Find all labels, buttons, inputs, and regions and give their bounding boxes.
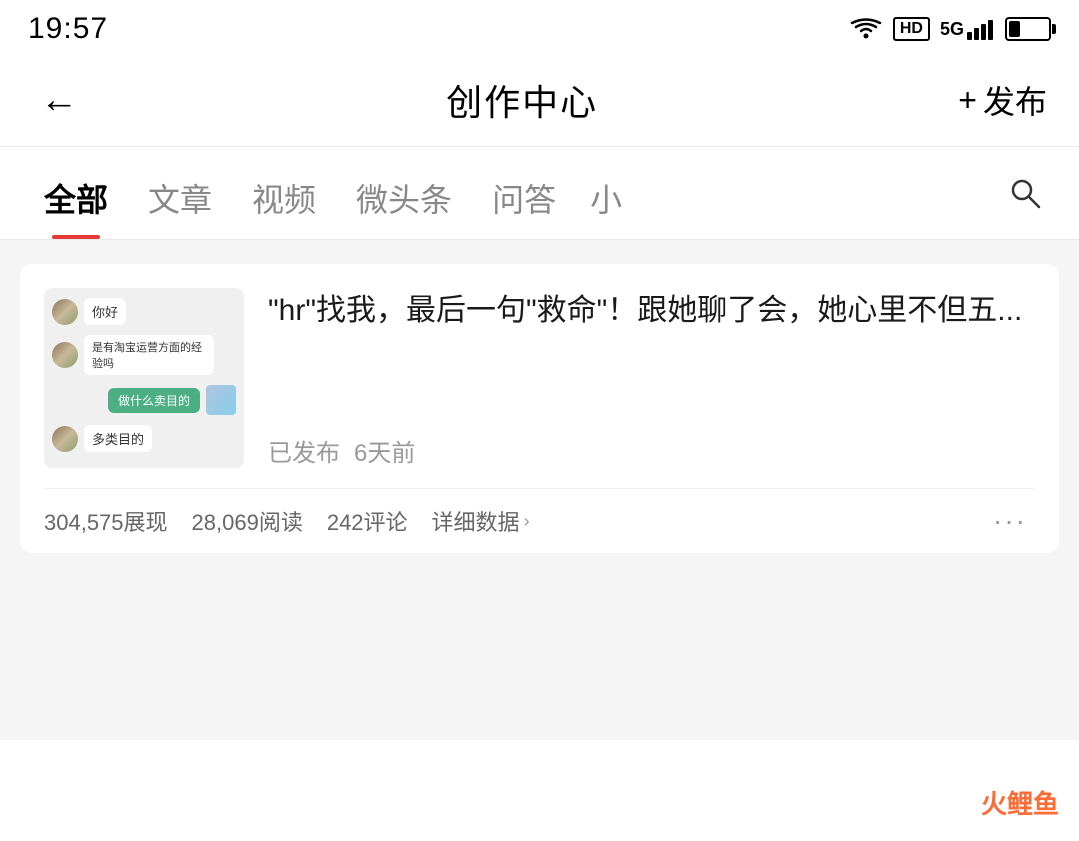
battery-fill <box>1009 21 1020 37</box>
tab-all[interactable]: 全部 <box>24 147 128 239</box>
article-info: "hr"找我，最后一句"救命"！跟她聊了会，她心里不但五... 已发布 6天前 <box>268 288 1035 468</box>
chat-row-1: 你好 <box>52 298 236 325</box>
chat-bubble-1: 你好 <box>84 298 126 325</box>
page-title: 创作中心 <box>446 74 598 126</box>
watermark-part2: 鱼 <box>1033 784 1059 821</box>
hd-icon: HD <box>893 17 930 41</box>
watermark: 火鲤 鱼 <box>981 784 1059 821</box>
chat-bubble-3: 多类目的 <box>84 425 152 452</box>
stat-comments: 242评论 <box>327 505 408 537</box>
status-icons: HD 5G <box>849 17 1051 41</box>
chat-row-2: 是有淘宝运营方面的经验吗 <box>52 335 236 375</box>
stats-bar: 304,575展现 28,069阅读 242评论 详细数据 › ··· <box>44 488 1035 553</box>
back-button[interactable]: ← <box>32 77 86 123</box>
chat-image-thumb <box>206 385 236 415</box>
stat-detail-label: 详细数据 <box>432 505 520 537</box>
chat-avatar-3 <box>52 426 78 452</box>
article-title: "hr"找我，最后一句"救命"！跟她聊了会，她心里不但五... <box>268 288 1035 333</box>
more-options-button[interactable]: ··· <box>985 505 1035 537</box>
tab-micro[interactable]: 微头条 <box>336 147 472 239</box>
article-thumbnail: 你好 是有淘宝运营方面的经验吗 做什么卖目的 <box>44 288 244 468</box>
tab-small[interactable]: 小 <box>576 147 636 239</box>
tab-bar: 全部 文章 视频 微头条 问答 小 <box>0 147 1079 240</box>
status-time: 19:57 <box>28 12 108 46</box>
watermark-part1: 火鲤 <box>981 784 1033 821</box>
tab-qa[interactable]: 问答 <box>472 147 576 239</box>
content-area: 你好 是有淘宝运营方面的经验吗 做什么卖目的 <box>0 240 1079 740</box>
search-button[interactable] <box>995 155 1055 231</box>
article-card: 你好 是有淘宝运营方面的经验吗 做什么卖目的 <box>20 264 1059 553</box>
stat-views: 304,575展现 <box>44 505 168 537</box>
article-time: 6天前 <box>354 433 415 468</box>
tab-article[interactable]: 文章 <box>128 147 232 239</box>
chevron-right-icon: › <box>524 511 530 532</box>
article-status: 已发布 <box>268 433 340 468</box>
stat-reads: 28,069阅读 <box>192 505 303 537</box>
status-bar: 19:57 HD 5G <box>0 0 1079 56</box>
signal-group: 5G <box>940 18 995 40</box>
search-icon <box>1007 175 1043 211</box>
chat-row-4: 多类目的 <box>52 425 236 452</box>
publish-label: 发布 <box>983 77 1047 123</box>
signal-icon <box>967 18 995 40</box>
chat-bubble-sent: 做什么卖目的 <box>108 388 200 413</box>
article-meta: 已发布 6天前 <box>268 433 1035 468</box>
wifi-icon <box>849 17 883 41</box>
nav-bar: ← 创作中心 + 发布 <box>0 56 1079 147</box>
chat-row-3: 做什么卖目的 <box>52 385 236 415</box>
5g-label: 5G <box>940 19 964 40</box>
stat-detail-link[interactable]: 详细数据 › <box>432 505 530 537</box>
publish-button[interactable]: + 发布 <box>958 77 1047 123</box>
article-main: 你好 是有淘宝运营方面的经验吗 做什么卖目的 <box>44 288 1035 488</box>
chat-avatar-1 <box>52 299 78 325</box>
publish-plus: + <box>958 82 977 119</box>
tab-video[interactable]: 视频 <box>232 147 336 239</box>
chat-bubble-2: 是有淘宝运营方面的经验吗 <box>84 335 214 375</box>
battery-icon <box>1005 17 1051 41</box>
chat-avatar-2 <box>52 342 78 368</box>
